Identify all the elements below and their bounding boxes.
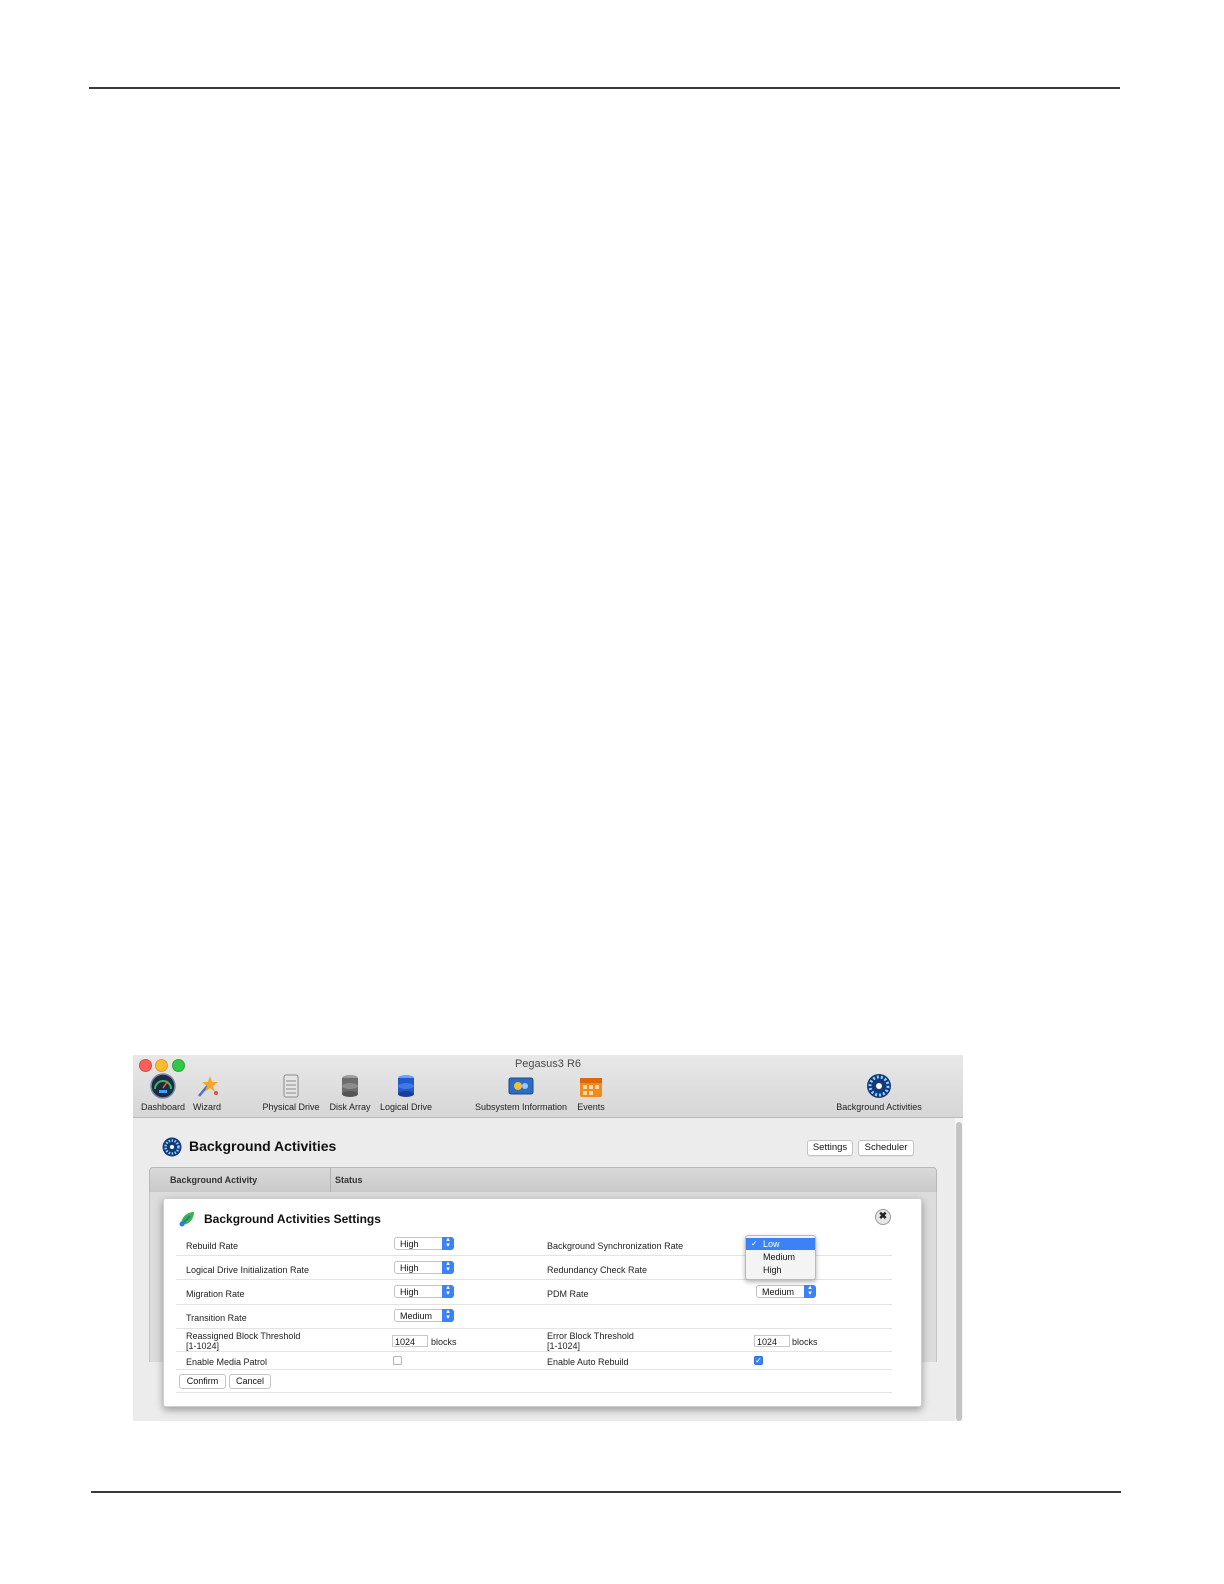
- toolbar-label: Events: [577, 1102, 605, 1112]
- title-bar: Pegasus3 R6 Dashboard Wizard Physical Dr…: [133, 1055, 963, 1118]
- error-threshold-label: Error Block Threshold [1-1024]: [547, 1331, 634, 1351]
- toolbar-dashboard[interactable]: Dashboard: [139, 1073, 187, 1112]
- row-separator: [176, 1328, 892, 1329]
- transition-rate-select[interactable]: Medium ▴ ▾: [394, 1308, 454, 1322]
- header-rule: [89, 87, 1120, 89]
- disk-array-icon: [342, 1075, 358, 1097]
- settings-button[interactable]: Settings: [807, 1140, 853, 1156]
- settings-dialog: Background Activities Settings ✖ Rebuild…: [163, 1198, 922, 1407]
- dashboard-gauge-icon: [150, 1073, 176, 1099]
- dropdown-option-high[interactable]: High: [746, 1264, 815, 1276]
- background-activities-icon: [867, 1074, 891, 1098]
- reassigned-threshold-range: [1-1024]: [186, 1341, 220, 1351]
- app-window: Pegasus3 R6 Dashboard Wizard Physical Dr…: [133, 1055, 963, 1421]
- select-value: Medium: [400, 1311, 433, 1321]
- toolbar-label: Wizard: [192, 1102, 221, 1112]
- error-threshold-title: Error Block Threshold: [547, 1331, 634, 1341]
- migration-rate-select[interactable]: High ▴ ▾: [394, 1284, 454, 1298]
- auto-rebuild-checkbox[interactable]: ✓: [754, 1356, 763, 1365]
- select-value: High: [400, 1239, 419, 1249]
- vertical-scrollbar[interactable]: [955, 1118, 963, 1421]
- toolbar-disk-array[interactable]: Disk Array: [326, 1073, 374, 1112]
- column-divider: [330, 1168, 331, 1192]
- logical-drive-icon: [398, 1075, 414, 1097]
- wizard-star-icon: [198, 1076, 218, 1097]
- toolbar-wizard[interactable]: Wizard: [188, 1073, 226, 1112]
- column-header-activity[interactable]: Background Activity: [170, 1175, 257, 1185]
- activity-table-header: Background Activity Status: [149, 1167, 937, 1193]
- init-rate-label: Logical Drive Initialization Rate: [186, 1265, 310, 1275]
- stepper-arrows-icon: ▴▾: [804, 1284, 816, 1298]
- toolbar-physical-drive[interactable]: Physical Drive: [260, 1073, 322, 1112]
- media-patrol-checkbox[interactable]: [393, 1356, 402, 1365]
- row-separator: [176, 1351, 892, 1352]
- window-title: Pegasus3 R6: [514, 1058, 582, 1070]
- reassigned-threshold-input[interactable]: 1024: [392, 1335, 428, 1347]
- row-separator: [176, 1369, 892, 1370]
- select-value: Medium: [762, 1287, 795, 1297]
- toolbar-logical-drive[interactable]: Logical Drive: [376, 1073, 436, 1112]
- stepper-arrows-icon: ▴▾: [442, 1236, 454, 1250]
- dropdown-option-label: Low: [763, 1239, 780, 1249]
- toolbar-background-activities[interactable]: Background Activities: [831, 1073, 927, 1112]
- dialog-close-button[interactable]: ✖: [875, 1209, 891, 1225]
- toolbar-label: Dashboard: [140, 1102, 186, 1112]
- rebuild-rate-select[interactable]: High ▴ ▾: [394, 1236, 454, 1250]
- error-threshold-range: [1-1024]: [547, 1341, 581, 1351]
- column-header-status[interactable]: Status: [335, 1175, 363, 1185]
- toolbar-label: Subsystem Information: [474, 1102, 568, 1112]
- events-calendar-icon: [580, 1078, 602, 1097]
- page-title: Background Activities: [189, 1138, 337, 1154]
- row-separator: [176, 1392, 892, 1393]
- checkmark-icon: ✓: [751, 1239, 758, 1248]
- select-value: High: [400, 1287, 419, 1297]
- footer-rule: [91, 1491, 1121, 1493]
- sync-rate-dropdown-menu[interactable]: ✓ Low Medium High: [745, 1235, 816, 1280]
- media-patrol-label: Enable Media Patrol: [186, 1357, 268, 1367]
- dropdown-option-low[interactable]: ✓ Low: [746, 1238, 815, 1250]
- error-threshold-input[interactable]: 1024: [754, 1335, 790, 1347]
- toolbar-events[interactable]: Events: [574, 1073, 608, 1112]
- toolbar-label: Logical Drive: [379, 1102, 433, 1112]
- row-separator: [176, 1304, 892, 1305]
- dropdown-option-medium[interactable]: Medium: [746, 1251, 815, 1263]
- stepper-arrows-icon: ▴▾: [442, 1308, 454, 1322]
- dialog-title: Background Activities Settings: [204, 1212, 381, 1226]
- stepper-arrows-icon: ▴▾: [442, 1284, 454, 1298]
- pdm-rate-select[interactable]: Medium ▴ ▾: [756, 1284, 816, 1298]
- toolbar-label: Physical Drive: [262, 1102, 320, 1112]
- reassigned-threshold-label: Reassigned Block Threshold [1-1024]: [186, 1331, 300, 1351]
- error-threshold-unit: blocks: [792, 1337, 818, 1347]
- pdm-rate-label: PDM Rate: [547, 1289, 589, 1299]
- rebuild-rate-label: Rebuild Rate: [186, 1241, 239, 1251]
- scrollbar-thumb[interactable]: [956, 1122, 962, 1421]
- reassigned-threshold-title: Reassigned Block Threshold: [186, 1331, 301, 1341]
- toolbar-label: Disk Array: [329, 1102, 371, 1112]
- toolbar-label: Background Activities: [836, 1102, 922, 1112]
- sync-rate-label: Background Synchronization Rate: [547, 1241, 684, 1251]
- background-activities-icon: [162, 1137, 182, 1157]
- reassigned-threshold-unit: blocks: [431, 1337, 457, 1347]
- physical-drive-icon: [283, 1074, 299, 1098]
- toolbar-subsystem-information[interactable]: Subsystem Information: [471, 1073, 571, 1112]
- cancel-button[interactable]: Cancel: [229, 1374, 271, 1389]
- migration-rate-label: Migration Rate: [186, 1289, 245, 1299]
- settings-leaf-icon: [179, 1212, 194, 1227]
- scheduler-button[interactable]: Scheduler: [858, 1140, 914, 1156]
- init-rate-select[interactable]: High ▴ ▾: [394, 1260, 454, 1274]
- confirm-button[interactable]: Confirm: [179, 1374, 226, 1389]
- select-value: High: [400, 1263, 419, 1273]
- transition-rate-label: Transition Rate: [186, 1313, 247, 1323]
- redundancy-rate-label: Redundancy Check Rate: [547, 1265, 648, 1275]
- auto-rebuild-label: Enable Auto Rebuild: [547, 1357, 629, 1367]
- subsystem-info-icon: [508, 1077, 534, 1095]
- stepper-arrows-icon: ▴▾: [442, 1260, 454, 1274]
